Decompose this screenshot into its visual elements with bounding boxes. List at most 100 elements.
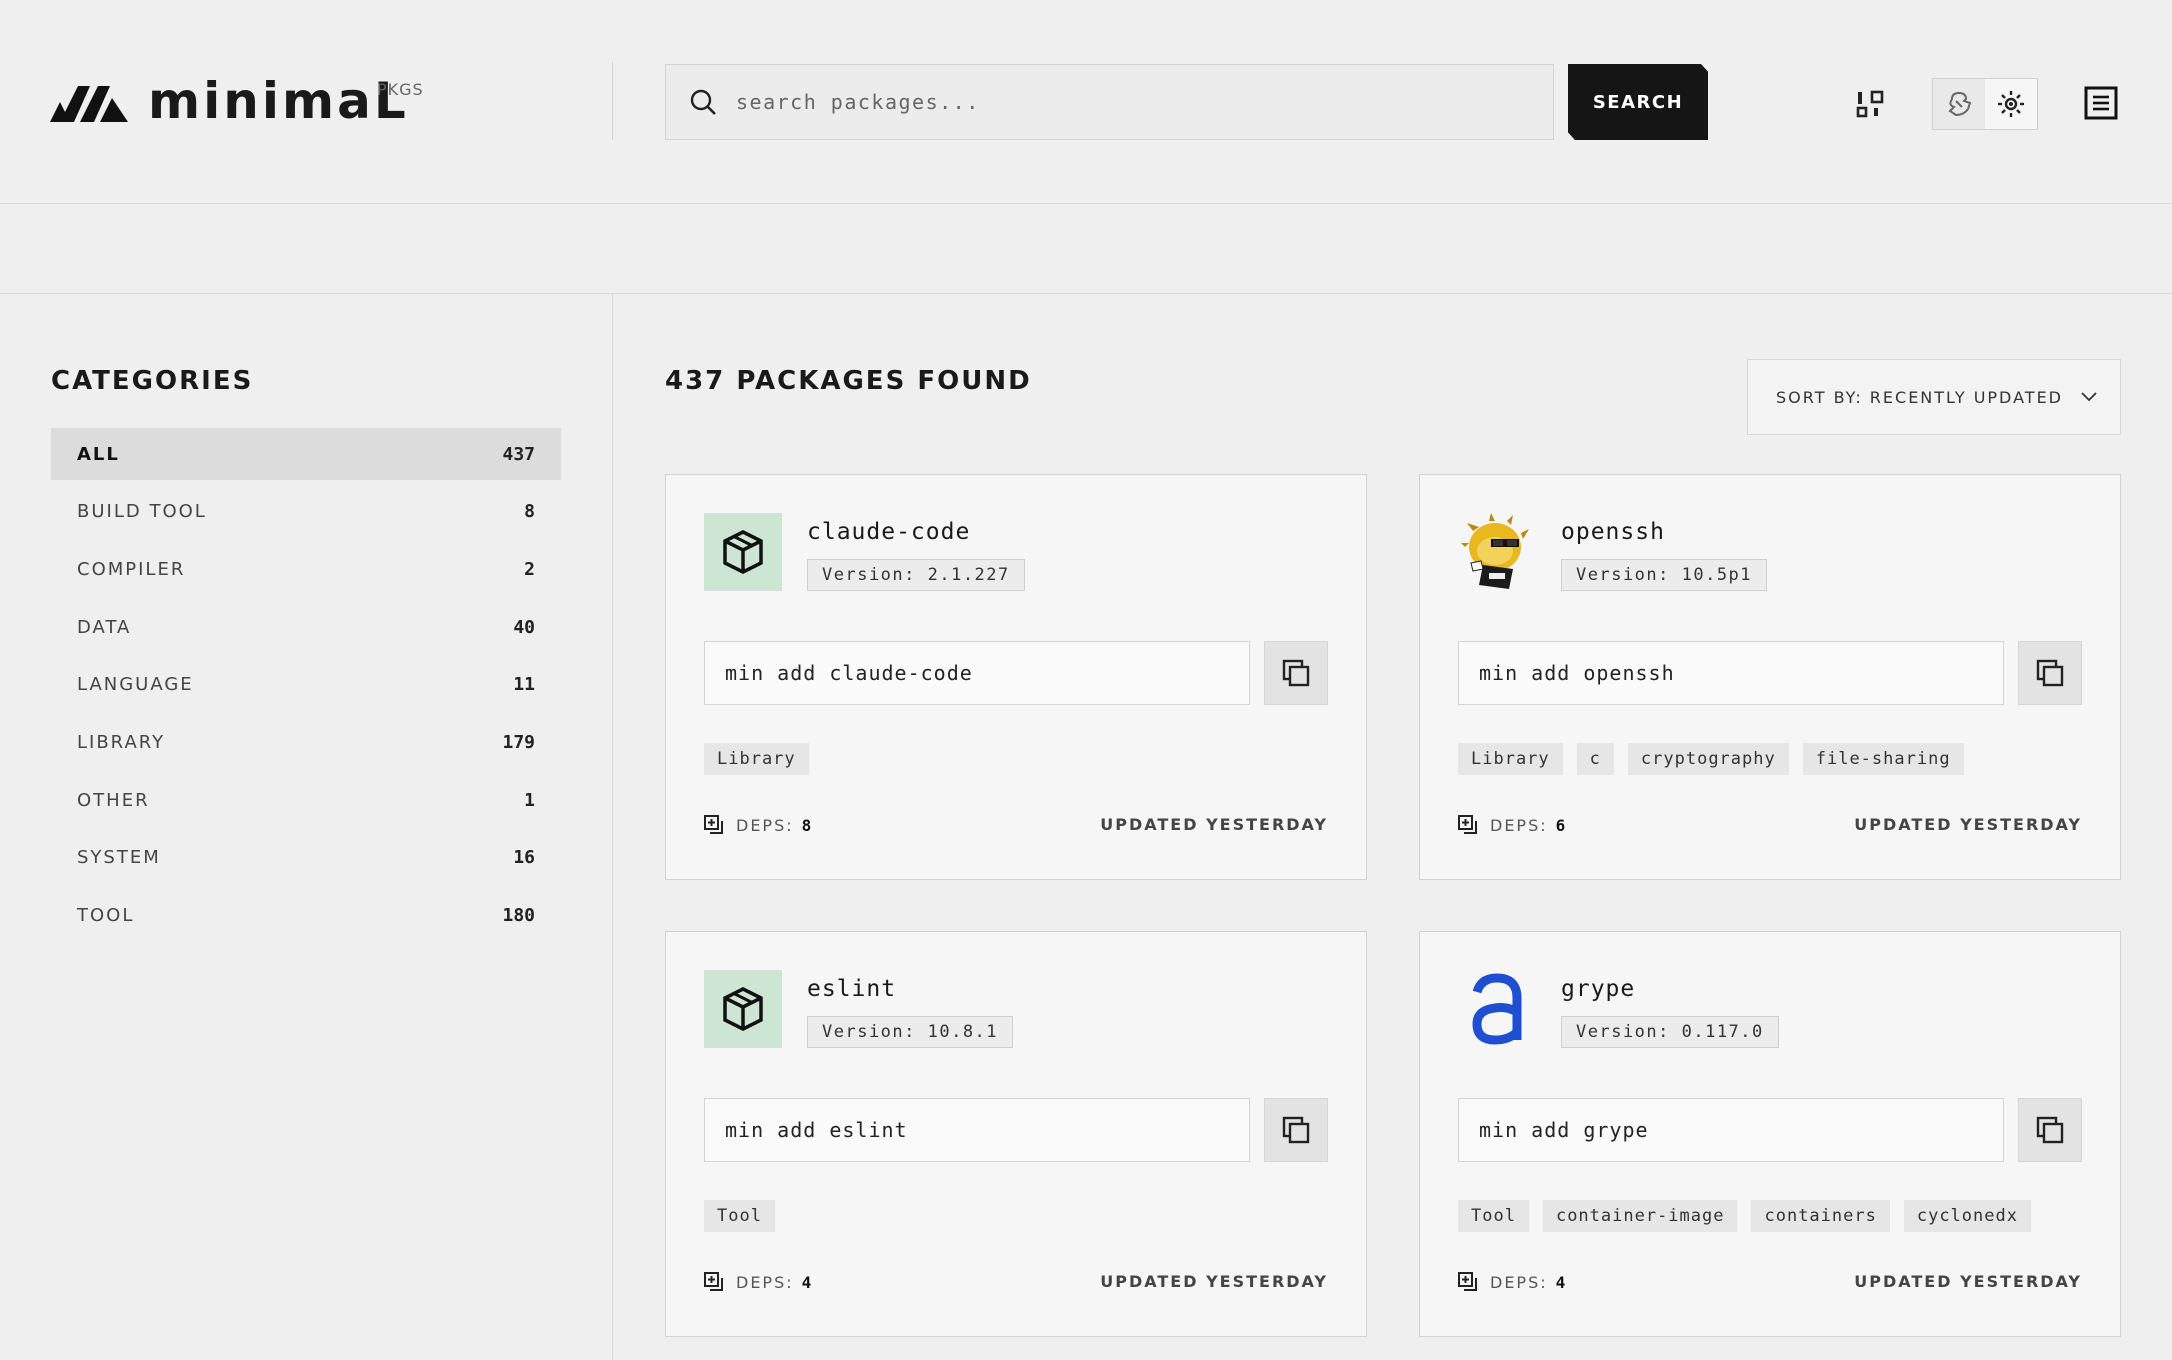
copy-icon [1282,659,1310,687]
package-card[interactable]: grype Version: 0.117.0 min add grype Too… [1419,931,2121,1337]
category-count: 40 [513,616,535,638]
light-mode-icon[interactable] [1985,79,2037,129]
search-button[interactable]: SEARCH [1568,64,1708,140]
category-item-system[interactable]: SYSTEM 16 [51,832,561,884]
package-version: Version: 0.117.0 [1561,1016,1779,1048]
package-name[interactable]: eslint [807,976,896,1002]
search-input[interactable] [736,90,1496,114]
tag-list: Tool container-image containers cycloned… [1458,1200,2045,1232]
copy-icon [2036,1116,2064,1144]
copy-button[interactable] [1264,641,1328,705]
category-item-build-tool[interactable]: BUILD TOOL 8 [51,486,561,538]
package-name[interactable]: grype [1561,976,1635,1002]
header-divider [612,62,613,140]
category-label: DATA [77,616,132,638]
category-count: 179 [502,731,535,753]
tag[interactable]: Library [1458,743,1563,775]
tag[interactable]: container-image [1542,1200,1738,1232]
package-name[interactable]: claude-code [807,519,970,545]
tag[interactable]: Library [704,743,809,775]
logo-subtitle: PKGS [377,80,424,99]
copy-button[interactable] [2018,1098,2082,1162]
logo[interactable]: minimaL [50,72,409,130]
tag[interactable]: containers [1751,1200,1890,1232]
copy-icon [2036,659,2064,687]
sidebar-title: CATEGORIES [51,366,254,396]
sort-label: SORT BY: RECENTLY UPDATED [1776,387,2063,407]
copy-button[interactable] [1264,1098,1328,1162]
category-list: ALL 437 BUILD TOOL 8 COMPILER 2 DATA 40 … [51,428,561,947]
category-label: BUILD TOOL [77,501,207,523]
category-count: 437 [502,443,535,465]
deps-info: DEPS: 6 [1458,815,1567,835]
box-icon [704,513,782,591]
install-command[interactable]: min add eslint [704,1098,1250,1162]
theme-toggle[interactable] [1932,78,2038,130]
updated-status: UPDATED YESTERDAY [1100,815,1328,834]
deps-count: 4 [1555,1272,1568,1292]
install-command[interactable]: min add grype [1458,1098,2004,1162]
anchore-a-icon [1458,970,1536,1048]
logo-text: minimaL [148,72,409,130]
api-icon[interactable] [1852,86,1888,122]
header: minimaL PKGS SEARCH [0,0,2172,204]
dark-mode-icon[interactable] [1933,79,1985,129]
category-label: COMPILER [77,558,186,580]
package-name[interactable]: openssh [1561,519,1665,545]
package-version: Version: 10.5p1 [1561,559,1768,591]
category-label: ALL [77,443,120,465]
dependency-icon [704,815,723,834]
sub-toolbar-band [0,204,2172,294]
logo-mark-icon [50,86,128,122]
deps-label: DEPS: [736,1272,794,1292]
box-icon [704,970,782,1048]
category-count: 11 [513,674,535,696]
deps-info: DEPS: 8 [704,815,813,835]
tag-list: Tool [704,1200,789,1232]
category-label: TOOL [77,905,135,926]
deps-info: DEPS: 4 [704,1272,813,1292]
pufferfish-icon [1458,513,1536,591]
package-card[interactable]: claude-code Version: 2.1.227 min add cla… [665,474,1367,880]
package-version: Version: 10.8.1 [807,1016,1014,1048]
category-count: 1 [524,789,535,811]
package-version: Version: 2.1.227 [807,559,1025,591]
search-icon [690,89,716,115]
category-label: LIBRARY [77,731,166,753]
updated-status: UPDATED YESTERDAY [1100,1272,1328,1291]
category-count: 16 [513,847,535,869]
category-item-language[interactable]: LANGUAGE 11 [51,659,561,711]
tag-list: Library c cryptography file-sharing [1458,743,1978,775]
results-title: 437 PACKAGES FOUND [665,366,1032,396]
sort-dropdown[interactable]: SORT BY: RECENTLY UPDATED [1747,359,2121,435]
tag[interactable]: cyclonedx [1903,1200,2031,1232]
install-command[interactable]: min add openssh [1458,641,2004,705]
dependency-icon [704,1272,723,1291]
dependency-icon [1458,1272,1477,1291]
category-item-other[interactable]: OTHER 1 [51,774,561,826]
category-item-data[interactable]: DATA 40 [51,601,561,653]
deps-info: DEPS: 4 [1458,1272,1567,1292]
chevron-down-icon [2081,392,2097,402]
tag[interactable]: cryptography [1627,743,1789,775]
tag[interactable]: file-sharing [1802,743,1964,775]
deps-count: 4 [801,1272,814,1292]
tag[interactable]: c [1576,743,1614,775]
package-card[interactable]: eslint Version: 10.8.1 min add eslint To… [665,931,1367,1337]
copy-button[interactable] [2018,641,2082,705]
copy-icon [1282,1116,1310,1144]
category-item-tool[interactable]: TOOL 180 [51,890,561,942]
category-item-compiler[interactable]: COMPILER 2 [51,543,561,595]
tag[interactable]: Tool [1458,1200,1529,1232]
deps-count: 6 [1555,815,1568,835]
install-command[interactable]: min add claude-code [704,641,1250,705]
tag[interactable]: Tool [704,1200,775,1232]
package-card[interactable]: openssh Version: 10.5p1 min add openssh … [1419,474,2121,880]
sidebar: CATEGORIES ALL 437 BUILD TOOL 8 COMPILER… [0,294,613,1360]
category-count: 180 [502,905,535,926]
category-count: 8 [524,501,535,523]
menu-icon[interactable] [2082,84,2120,122]
category-label: SYSTEM [77,847,161,869]
category-item-all[interactable]: ALL 437 [51,428,561,480]
category-item-library[interactable]: LIBRARY 179 [51,716,561,768]
